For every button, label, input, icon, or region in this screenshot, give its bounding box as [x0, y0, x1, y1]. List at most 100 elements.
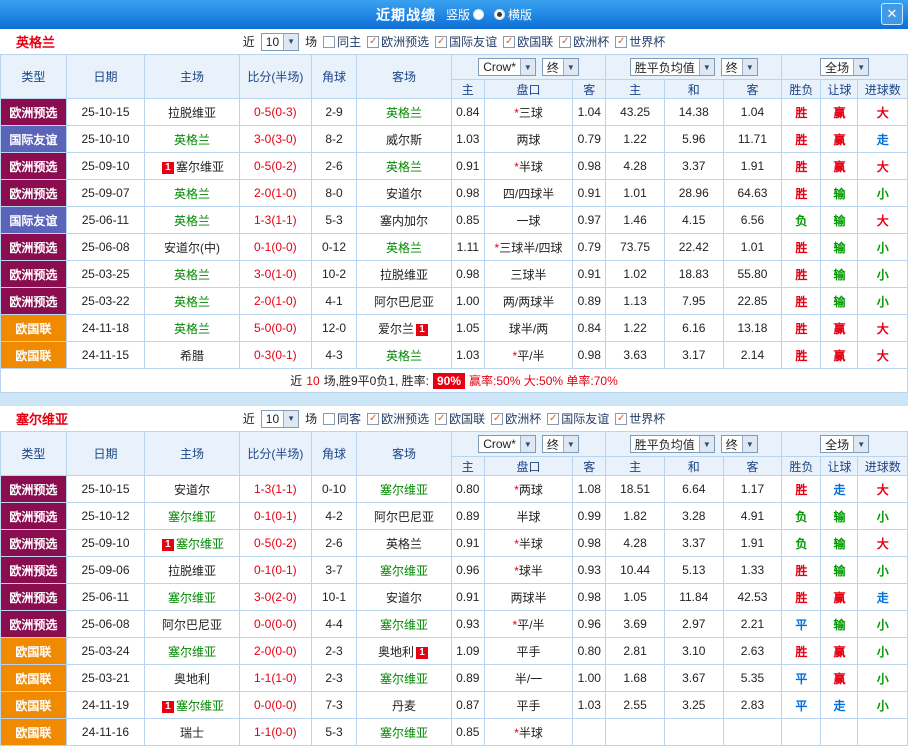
section-gap [0, 393, 908, 406]
header-select-value: 终 [546, 60, 559, 75]
cell-mean-home: 1.82 [605, 502, 665, 530]
cell-result-outcome: 胜 [781, 233, 822, 261]
checkbox-icon [323, 35, 336, 48]
column-header: 角球 [310, 431, 358, 476]
cell-handicap: 两/两球半 [483, 287, 574, 315]
cell-home-team: 英格兰 [144, 125, 240, 153]
cell-competition-type: 欧国联 [0, 664, 67, 692]
radio-vertical-layout[interactable]: 竖版 [446, 6, 484, 23]
handicap-text: 两/两球半 [502, 294, 555, 309]
close-icon[interactable]: ✕ [881, 3, 903, 25]
filter-checkbox[interactable]: ✓ 欧洲预选 [367, 33, 429, 50]
filter-checkbox[interactable]: ✓ 欧洲杯 [491, 410, 541, 427]
cell-home-team: 英格兰 [144, 206, 240, 234]
cell-result-goals: 大 [857, 341, 908, 369]
cell-mean-away: 55.80 [722, 260, 783, 288]
cell-result-outcome: 胜 [781, 287, 822, 315]
match-count-select[interactable]: 10 ▼ [260, 409, 300, 428]
filter-checkbox[interactable]: ✓ 欧洲预选 [367, 410, 429, 427]
cell-handicap: 球半/两 [483, 314, 574, 342]
table-body: 欧洲预选 25-10-15 拉脱维亚 0-5(0-3) 2-9 英格兰 0.84 *三球 1.0… [0, 98, 908, 393]
cell-score: 0-3(0-1) [238, 341, 312, 369]
cell-handicap: 四/四球半 [483, 179, 574, 207]
cell-mean-draw: 3.25 [663, 691, 724, 719]
cell-corners: 2-6 [310, 529, 358, 557]
cell-date: 24-11-16 [65, 718, 146, 746]
away-team-name: 威尔斯 [385, 132, 422, 147]
cell-handicap: 平手 [483, 637, 574, 665]
column-header: 日期 [65, 54, 146, 99]
filter-checkbox[interactable]: ✓ 欧国联 [435, 410, 485, 427]
cell-date: 25-09-10 [65, 529, 146, 557]
cell-mean-away: 1.01 [722, 233, 783, 261]
header-select[interactable]: 终 ▼ [720, 435, 758, 453]
checkbox-icon: ✓ [367, 412, 380, 425]
filter-checkbox[interactable]: ✓ 欧洲杯 [559, 33, 609, 50]
handicap-text: 平手 [516, 698, 541, 713]
header-select[interactable]: 终 ▼ [541, 435, 579, 453]
cell-score: 0-5(0-3) [238, 98, 312, 126]
home-team-name: 塞尔维亚 [167, 644, 216, 659]
near-label: 近 [242, 412, 255, 426]
cell-away-team: 塞尔维亚 [356, 475, 452, 503]
cell-result-goals: 小 [857, 179, 908, 207]
header-select[interactable]: 终 ▼ [720, 58, 758, 76]
filter-checkbox[interactable]: ✓ 世界杯 [615, 33, 665, 50]
cell-mean-home: 2.81 [605, 637, 665, 665]
header-select[interactable]: 全场 ▼ [820, 58, 870, 76]
header-select[interactable]: 终 ▼ [541, 58, 579, 76]
cell-handicap: 半球 [483, 502, 574, 530]
cell-odds-home: 0.84 [450, 98, 485, 126]
filter-checkbox[interactable]: 同客 [323, 410, 361, 427]
cell-handicap: *平/半 [483, 610, 574, 638]
team-filter-bar: 塞尔维亚近 10 ▼ 场同客 ✓ 欧洲预选 ✓ 欧国联 ✓ 欧洲杯 ✓ 国际友谊 ✓ 世界杯 [0, 406, 908, 431]
cell-odds-away: 0.98 [572, 529, 607, 557]
cell-corners: 2-3 [310, 637, 358, 665]
cell-result-goals: 大 [857, 475, 908, 503]
results-table: 类型 日期 主场 比分(半场) 角球 客场 Crow* ▼ 终 ▼ 胜平负均值 ▼ 终 ▼ 全场 ▼ 主盘口客主… [0, 431, 908, 746]
cell-mean-away: 2.21 [722, 610, 783, 638]
header-select-value: 全场 [825, 60, 850, 75]
header-select[interactable]: 全场 ▼ [820, 435, 870, 453]
cell-mean-draw: 6.64 [663, 475, 724, 503]
group-header-controls: Crow* ▼ 终 ▼ [452, 435, 604, 453]
sub-column-header: 胜负 [781, 456, 822, 476]
cell-result-outcome: 负 [781, 206, 822, 234]
cell-result-outcome: 胜 [781, 341, 822, 369]
column-header: 客场 [356, 54, 452, 99]
filter-checkbox[interactable]: 同主 [323, 33, 361, 50]
filter-checkbox[interactable]: ✓ 欧国联 [503, 33, 553, 50]
cell-result-handicap: 赢 [820, 583, 859, 611]
title-cluster: 近期战绩 竖版 横版 [376, 5, 532, 25]
header-select[interactable]: 胜平负均值 ▼ [629, 58, 715, 76]
cell-mean-draw: 3.37 [663, 529, 724, 557]
cell-away-team: 英格兰 [356, 529, 452, 557]
games-label: 场 [305, 412, 318, 426]
away-team-name: 塞尔维亚 [379, 617, 428, 632]
radio-horizontal-layout[interactable]: 横版 [494, 6, 532, 23]
cell-corners: 4-4 [310, 610, 358, 638]
cell-score: 1-3(1-1) [238, 206, 312, 234]
match-count-select[interactable]: 10 ▼ [260, 32, 300, 51]
cell-result-goals: 小 [857, 260, 908, 288]
home-team-name: 英格兰 [173, 132, 210, 147]
cell-odds-away: 1.03 [572, 691, 607, 719]
header-select[interactable]: 胜平负均值 ▼ [629, 435, 715, 453]
home-team-name: 拉脱维亚 [167, 105, 216, 120]
cell-odds-away: 0.84 [572, 314, 607, 342]
sub-column-header: 胜负 [781, 79, 822, 99]
cell-odds-home: 1.09 [450, 637, 485, 665]
header-select[interactable]: Crow* ▼ [478, 58, 536, 76]
cell-result-outcome: 胜 [781, 179, 822, 207]
filter-checkbox[interactable]: ✓ 国际友谊 [435, 33, 497, 50]
filter-checkbox[interactable]: ✓ 世界杯 [615, 410, 665, 427]
cell-away-team: 塞尔维亚 [356, 556, 452, 584]
cell-result-outcome: 胜 [781, 152, 822, 180]
filter-checkbox[interactable]: ✓ 国际友谊 [547, 410, 609, 427]
header-select[interactable]: Crow* ▼ [478, 435, 536, 453]
near-label: 近 [242, 35, 255, 49]
cell-result-handicap: 输 [820, 179, 859, 207]
cell-result-handicap: 输 [820, 260, 859, 288]
cell-odds-away: 0.89 [572, 287, 607, 315]
cell-handicap: *半球 [483, 152, 574, 180]
